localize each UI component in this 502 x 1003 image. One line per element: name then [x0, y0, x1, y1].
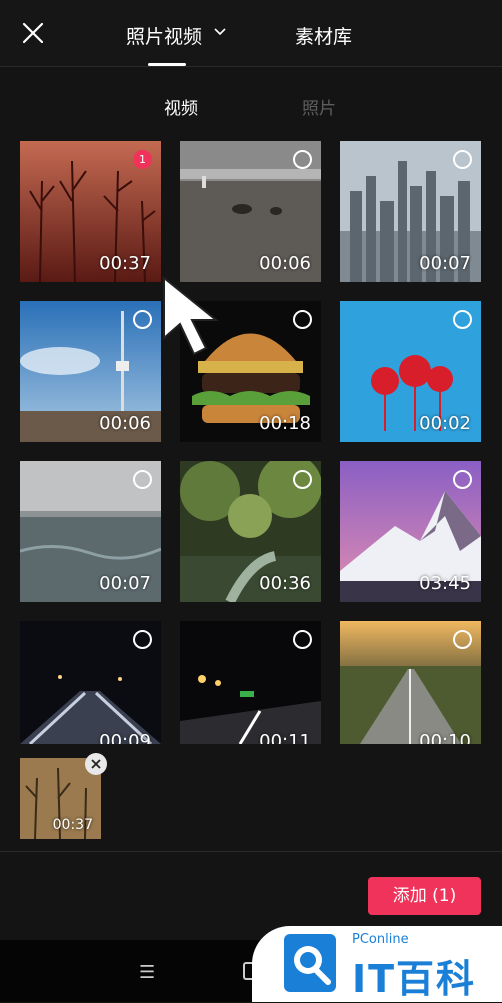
divider: [0, 851, 502, 852]
media-tile[interactable]: 00:36: [180, 461, 321, 602]
select-circle[interactable]: [133, 470, 152, 489]
duration-label: 00:06: [99, 413, 151, 434]
menu-icon[interactable]: ☰: [139, 962, 155, 983]
duration-label: 00:07: [419, 253, 471, 274]
duration-label: 00:06: [259, 253, 311, 274]
select-circle[interactable]: [293, 150, 312, 169]
duration-label: 00:37: [99, 253, 151, 274]
duration-label: 00:07: [99, 573, 151, 594]
selection-number-badge[interactable]: 1: [133, 150, 152, 169]
media-tile[interactable]: 00:06: [180, 141, 321, 282]
duration-label: 00:02: [419, 413, 471, 434]
media-tile[interactable]: 00:07: [20, 461, 161, 602]
chevron-down-icon[interactable]: [214, 28, 226, 36]
media-tile[interactable]: 03:45: [340, 461, 481, 602]
duration-label: 03:45: [419, 573, 471, 594]
subtab-video[interactable]: 视频: [164, 94, 198, 119]
cursor-arrow-icon: [163, 276, 219, 356]
tab-material-library[interactable]: 素材库: [295, 22, 352, 49]
media-tile[interactable]: 00:02: [340, 301, 481, 442]
tab-photos-videos[interactable]: 照片视频: [126, 22, 202, 49]
select-circle[interactable]: [293, 630, 312, 649]
subtab-photo[interactable]: 照片: [302, 94, 336, 119]
active-tab-indicator: [148, 63, 186, 66]
top-bar: 照片视频 素材库: [0, 0, 502, 67]
remove-selected-button[interactable]: [85, 753, 107, 775]
select-circle[interactable]: [293, 470, 312, 489]
select-circle[interactable]: [133, 310, 152, 329]
select-circle[interactable]: [293, 310, 312, 329]
duration-label: 00:09: [99, 731, 151, 744]
select-circle[interactable]: [453, 630, 472, 649]
close-icon: [91, 759, 101, 769]
media-tile[interactable]: 00:06: [20, 301, 161, 442]
duration-label: 00:11: [259, 731, 311, 744]
select-circle[interactable]: [453, 470, 472, 489]
watermark-text: IT百科: [352, 957, 477, 1001]
select-circle[interactable]: [453, 150, 472, 169]
watermark-brand: PConline: [352, 932, 409, 947]
media-tile[interactable]: 00:11: [180, 621, 321, 744]
duration-label: 00:10: [419, 731, 471, 744]
media-tile[interactable]: 00:09: [20, 621, 161, 744]
select-circle[interactable]: [453, 310, 472, 329]
select-circle[interactable]: [133, 630, 152, 649]
media-tile[interactable]: 1 00:37: [20, 141, 161, 282]
duration-label: 00:37: [52, 817, 93, 833]
pconline-logo-icon: [284, 934, 336, 992]
add-button[interactable]: 添加 (1): [368, 877, 481, 915]
media-tile[interactable]: 00:10: [340, 621, 481, 744]
close-icon[interactable]: [20, 20, 46, 46]
duration-label: 00:36: [259, 573, 311, 594]
duration-label: 00:18: [259, 413, 311, 434]
media-tile[interactable]: 00:07: [340, 141, 481, 282]
